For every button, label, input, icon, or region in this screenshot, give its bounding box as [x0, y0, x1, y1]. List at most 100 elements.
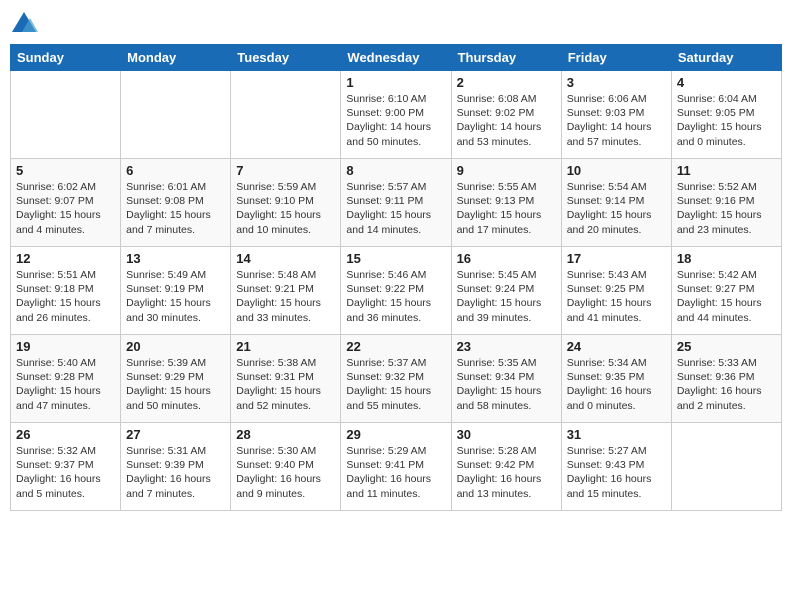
day-number: 10	[567, 163, 666, 178]
day-number: 8	[346, 163, 445, 178]
calendar-week-row: 1 Sunrise: 6:10 AM Sunset: 9:00 PM Daylig…	[11, 71, 782, 159]
calendar-day: 17 Sunrise: 5:43 AM Sunset: 9:25 PM Dayli…	[561, 247, 671, 335]
day-number: 19	[16, 339, 115, 354]
day-info: Sunrise: 5:46 AM Sunset: 9:22 PM Dayligh…	[346, 268, 445, 325]
day-info: Sunrise: 5:30 AM Sunset: 9:40 PM Dayligh…	[236, 444, 335, 501]
calendar-day	[11, 71, 121, 159]
day-info: Sunrise: 5:32 AM Sunset: 9:37 PM Dayligh…	[16, 444, 115, 501]
day-info: Sunrise: 5:57 AM Sunset: 9:11 PM Dayligh…	[346, 180, 445, 237]
day-info: Sunrise: 5:54 AM Sunset: 9:14 PM Dayligh…	[567, 180, 666, 237]
day-number: 6	[126, 163, 225, 178]
day-info: Sunrise: 6:01 AM Sunset: 9:08 PM Dayligh…	[126, 180, 225, 237]
calendar-week-row: 5Sunrise: 6:02 AM Sunset: 9:07 PM Daylig…	[11, 159, 782, 247]
calendar-day: 23Sunrise: 5:35 AM Sunset: 9:34 PM Dayli…	[451, 335, 561, 423]
weekday-header-wednesday: Wednesday	[341, 45, 451, 71]
calendar-table: SundayMondayTuesdayWednesdayThursdayFrid…	[10, 44, 782, 511]
logo-icon	[10, 10, 38, 38]
day-number: 13	[126, 251, 225, 266]
weekday-header-sunday: Sunday	[11, 45, 121, 71]
day-info: Sunrise: 5:28 AM Sunset: 9:42 PM Dayligh…	[457, 444, 556, 501]
calendar-day: 12Sunrise: 5:51 AM Sunset: 9:18 PM Dayli…	[11, 247, 121, 335]
calendar-day: 16Sunrise: 5:45 AM Sunset: 9:24 PM Dayli…	[451, 247, 561, 335]
day-info: Sunrise: 5:37 AM Sunset: 9:32 PM Dayligh…	[346, 356, 445, 413]
day-number: 15	[346, 251, 445, 266]
calendar-day: 3 Sunrise: 6:06 AM Sunset: 9:03 PM Daylig…	[561, 71, 671, 159]
calendar-week-row: 19 Sunrise: 5:40 AM Sunset: 9:28 PM Dayli…	[11, 335, 782, 423]
calendar-week-row: 12Sunrise: 5:51 AM Sunset: 9:18 PM Dayli…	[11, 247, 782, 335]
calendar-day: 1 Sunrise: 6:10 AM Sunset: 9:00 PM Daylig…	[341, 71, 451, 159]
day-number: 4	[677, 75, 776, 90]
day-info: Sunrise: 5:55 AM Sunset: 9:13 PM Dayligh…	[457, 180, 556, 237]
day-number: 25	[677, 339, 776, 354]
calendar-day: 24 Sunrise: 5:34 AM Sunset: 9:35 PM Dayli…	[561, 335, 671, 423]
calendar-day: 22Sunrise: 5:37 AM Sunset: 9:32 PM Dayli…	[341, 335, 451, 423]
day-info: Sunrise: 5:48 AM Sunset: 9:21 PM Dayligh…	[236, 268, 335, 325]
day-number: 14	[236, 251, 335, 266]
day-number: 21	[236, 339, 335, 354]
day-info: Sunrise: 5:43 AM Sunset: 9:25 PM Dayligh…	[567, 268, 666, 325]
page-header	[10, 10, 782, 38]
calendar-day: 6 Sunrise: 6:01 AM Sunset: 9:08 PM Daylig…	[121, 159, 231, 247]
day-info: Sunrise: 5:27 AM Sunset: 9:43 PM Dayligh…	[567, 444, 666, 501]
calendar-day: 9 Sunrise: 5:55 AM Sunset: 9:13 PM Daylig…	[451, 159, 561, 247]
calendar-day: 13 Sunrise: 5:49 AM Sunset: 9:19 PM Dayli…	[121, 247, 231, 335]
day-info: Sunrise: 5:35 AM Sunset: 9:34 PM Dayligh…	[457, 356, 556, 413]
day-number: 1	[346, 75, 445, 90]
day-number: 16	[457, 251, 556, 266]
calendar-day: 11 Sunrise: 5:52 AM Sunset: 9:16 PM Dayli…	[671, 159, 781, 247]
calendar-day: 30Sunrise: 5:28 AM Sunset: 9:42 PM Dayli…	[451, 423, 561, 511]
calendar-week-row: 26 Sunrise: 5:32 AM Sunset: 9:37 PM Dayli…	[11, 423, 782, 511]
calendar-day: 31 Sunrise: 5:27 AM Sunset: 9:43 PM Dayli…	[561, 423, 671, 511]
day-info: Sunrise: 5:39 AM Sunset: 9:29 PM Dayligh…	[126, 356, 225, 413]
day-number: 7	[236, 163, 335, 178]
day-info: Sunrise: 5:51 AM Sunset: 9:18 PM Dayligh…	[16, 268, 115, 325]
calendar-day: 2 Sunrise: 6:08 AM Sunset: 9:02 PM Daylig…	[451, 71, 561, 159]
day-number: 5	[16, 163, 115, 178]
day-info: Sunrise: 5:40 AM Sunset: 9:28 PM Dayligh…	[16, 356, 115, 413]
day-info: Sunrise: 6:08 AM Sunset: 9:02 PM Dayligh…	[457, 92, 556, 149]
calendar-day: 26 Sunrise: 5:32 AM Sunset: 9:37 PM Dayli…	[11, 423, 121, 511]
calendar-day: 10 Sunrise: 5:54 AM Sunset: 9:14 PM Dayli…	[561, 159, 671, 247]
day-info: Sunrise: 6:10 AM Sunset: 9:00 PM Dayligh…	[346, 92, 445, 149]
calendar-day: 4 Sunrise: 6:04 AM Sunset: 9:05 PM Daylig…	[671, 71, 781, 159]
calendar-day: 29 Sunrise: 5:29 AM Sunset: 9:41 PM Dayli…	[341, 423, 451, 511]
calendar-day: 14 Sunrise: 5:48 AM Sunset: 9:21 PM Dayli…	[231, 247, 341, 335]
calendar-day: 19 Sunrise: 5:40 AM Sunset: 9:28 PM Dayli…	[11, 335, 121, 423]
day-number: 9	[457, 163, 556, 178]
day-info: Sunrise: 5:31 AM Sunset: 9:39 PM Dayligh…	[126, 444, 225, 501]
day-number: 2	[457, 75, 556, 90]
day-info: Sunrise: 5:29 AM Sunset: 9:41 PM Dayligh…	[346, 444, 445, 501]
day-number: 28	[236, 427, 335, 442]
day-number: 3	[567, 75, 666, 90]
weekday-header-monday: Monday	[121, 45, 231, 71]
day-info: Sunrise: 5:38 AM Sunset: 9:31 PM Dayligh…	[236, 356, 335, 413]
weekday-header-tuesday: Tuesday	[231, 45, 341, 71]
day-number: 26	[16, 427, 115, 442]
day-info: Sunrise: 5:59 AM Sunset: 9:10 PM Dayligh…	[236, 180, 335, 237]
weekday-header-row: SundayMondayTuesdayWednesdayThursdayFrid…	[11, 45, 782, 71]
calendar-day	[121, 71, 231, 159]
calendar-day: 5Sunrise: 6:02 AM Sunset: 9:07 PM Daylig…	[11, 159, 121, 247]
calendar-day: 18Sunrise: 5:42 AM Sunset: 9:27 PM Dayli…	[671, 247, 781, 335]
day-info: Sunrise: 5:34 AM Sunset: 9:35 PM Dayligh…	[567, 356, 666, 413]
day-number: 18	[677, 251, 776, 266]
day-info: Sunrise: 6:06 AM Sunset: 9:03 PM Dayligh…	[567, 92, 666, 149]
day-number: 24	[567, 339, 666, 354]
day-info: Sunrise: 5:49 AM Sunset: 9:19 PM Dayligh…	[126, 268, 225, 325]
calendar-day	[671, 423, 781, 511]
day-number: 27	[126, 427, 225, 442]
day-number: 31	[567, 427, 666, 442]
day-number: 17	[567, 251, 666, 266]
day-info: Sunrise: 5:52 AM Sunset: 9:16 PM Dayligh…	[677, 180, 776, 237]
calendar-day: 27 Sunrise: 5:31 AM Sunset: 9:39 PM Dayli…	[121, 423, 231, 511]
calendar-day: 20Sunrise: 5:39 AM Sunset: 9:29 PM Dayli…	[121, 335, 231, 423]
calendar-day: 7 Sunrise: 5:59 AM Sunset: 9:10 PM Daylig…	[231, 159, 341, 247]
logo	[10, 10, 42, 38]
day-info: Sunrise: 6:04 AM Sunset: 9:05 PM Dayligh…	[677, 92, 776, 149]
day-number: 11	[677, 163, 776, 178]
calendar-day: 28 Sunrise: 5:30 AM Sunset: 9:40 PM Dayli…	[231, 423, 341, 511]
calendar-day: 21 Sunrise: 5:38 AM Sunset: 9:31 PM Dayli…	[231, 335, 341, 423]
calendar-day: 8 Sunrise: 5:57 AM Sunset: 9:11 PM Daylig…	[341, 159, 451, 247]
weekday-header-saturday: Saturday	[671, 45, 781, 71]
day-number: 29	[346, 427, 445, 442]
